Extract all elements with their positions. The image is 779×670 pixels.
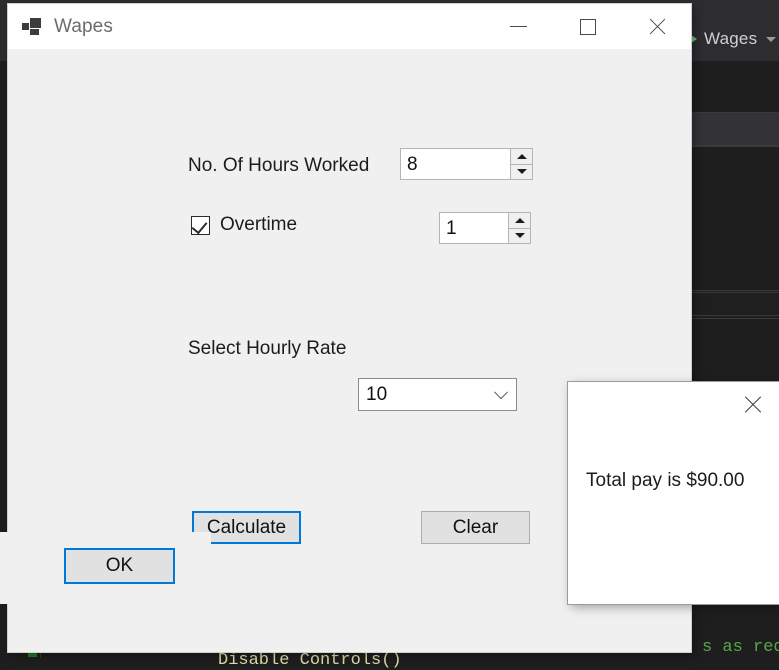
hours-worked-label: No. Of Hours Worked xyxy=(188,155,370,176)
hourly-rate-select[interactable]: 10 xyxy=(358,378,517,411)
ide-panel-body xyxy=(690,146,779,291)
close-icon xyxy=(648,18,666,36)
overtime-checkbox-row[interactable]: Overtime xyxy=(191,214,297,236)
hours-worked-input[interactable]: 8 xyxy=(401,149,510,179)
hours-worked-increment-button[interactable] xyxy=(511,149,532,165)
start-debugging-button[interactable]: Wages xyxy=(688,26,777,52)
dialog-titlebar[interactable] xyxy=(568,382,779,428)
start-debugging-label: Wages xyxy=(704,29,758,48)
minimize-icon xyxy=(510,26,527,27)
minimize-button[interactable] xyxy=(484,4,553,49)
triangle-up-icon xyxy=(514,217,525,223)
overtime-decrement-button[interactable] xyxy=(509,228,530,243)
triangle-down-icon xyxy=(514,233,525,239)
maximize-button[interactable] xyxy=(553,4,622,49)
overtime-hours-stepper[interactable]: 1 xyxy=(439,212,531,244)
overtime-increment-button[interactable] xyxy=(509,213,530,229)
hours-worked-spin-buttons[interactable] xyxy=(510,149,532,179)
chevron-down-icon[interactable] xyxy=(486,384,516,400)
maximize-icon xyxy=(579,18,596,35)
close-icon[interactable] xyxy=(743,395,763,415)
close-window-button[interactable] xyxy=(622,4,691,49)
overtime-checkbox[interactable] xyxy=(191,215,210,235)
ide-panel-lower xyxy=(690,292,779,316)
hours-worked-decrement-button[interactable] xyxy=(511,164,532,179)
hourly-rate-label: Select Hourly Rate xyxy=(188,338,347,359)
code-fragment-method: Disable Controls() xyxy=(218,651,402,670)
triangle-up-icon xyxy=(516,153,527,159)
triangle-down-icon xyxy=(516,169,527,175)
total-pay-message-dialog: Total pay is $90.00 xyxy=(568,382,779,604)
overtime-label: Overtime xyxy=(220,214,298,235)
ok-button[interactable]: OK xyxy=(64,548,175,584)
chevron-down-icon[interactable] xyxy=(766,36,777,42)
overtime-spin-buttons[interactable] xyxy=(508,213,530,243)
dialog-message-text: Total pay is $90.00 xyxy=(586,470,745,491)
checkmark-icon xyxy=(191,217,208,234)
hourly-rate-value: 10 xyxy=(366,383,388,405)
ide-panel-bottom xyxy=(690,318,779,384)
hours-worked-stepper[interactable]: 8 xyxy=(400,148,533,180)
window-title: Wapes xyxy=(54,15,113,37)
application-form-icon xyxy=(22,17,42,36)
code-fragment-tail: s as req xyxy=(702,638,779,657)
overtime-hours-input[interactable]: 1 xyxy=(440,213,508,243)
ide-panel-tabstrip[interactable] xyxy=(690,112,779,146)
clear-button[interactable]: Clear xyxy=(421,511,530,544)
